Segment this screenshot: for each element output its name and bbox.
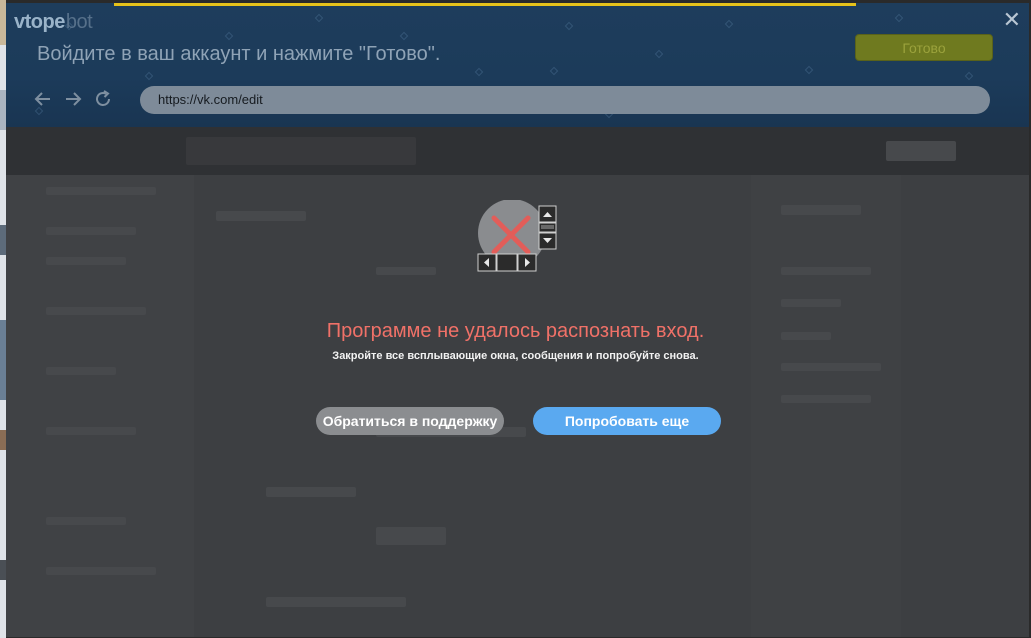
- error-title: Программе не удалось распознать вход.: [326, 320, 705, 342]
- close-icon[interactable]: ✕: [1003, 9, 1021, 31]
- logo-main: vtope: [14, 11, 65, 33]
- error-cross-icon: [470, 199, 558, 274]
- done-button[interactable]: Готово: [855, 34, 993, 61]
- error-subtitle: Закройте все всплывающие окна, сообщения…: [332, 350, 699, 362]
- logo-sub: bot: [65, 11, 93, 33]
- contact-support-button[interactable]: Обратиться в поддержку: [316, 407, 504, 435]
- dimmed-topbar: [6, 127, 1029, 175]
- reload-icon[interactable]: [92, 88, 114, 110]
- forward-arrow-icon[interactable]: [62, 88, 84, 110]
- retry-button[interactable]: Попробовать еще: [533, 407, 721, 435]
- header-bar: vtopebot Войдите в ваш аккаунт и нажмите…: [6, 3, 1029, 127]
- top-banner-strip: [114, 3, 856, 6]
- back-arrow-icon[interactable]: [32, 88, 54, 110]
- instruction-text: Войдите в ваш аккаунт и нажмите "Готово"…: [37, 43, 441, 65]
- url-input[interactable]: https://vk.com/edit: [140, 86, 990, 114]
- vtope-logo: vtopebot: [14, 11, 93, 34]
